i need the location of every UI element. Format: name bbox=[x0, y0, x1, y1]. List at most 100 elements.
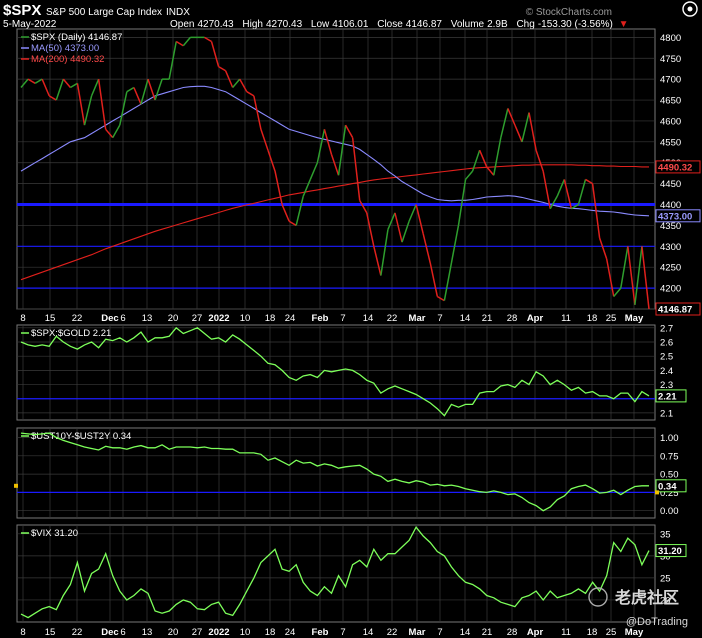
x-tick-label: 22 bbox=[72, 627, 83, 638]
symbol-title: $SPX bbox=[3, 2, 41, 19]
x-tick-label: Feb bbox=[312, 313, 329, 324]
x-tick-label: 6 bbox=[120, 313, 125, 324]
x-tick-label: 14 bbox=[363, 627, 374, 638]
legend-label: $SPX (Daily) 4146.87 bbox=[31, 32, 122, 43]
x-tick-label: 27 bbox=[192, 627, 203, 638]
x-tick-label: 28 bbox=[507, 313, 518, 324]
value-flag-label: 31.20 bbox=[658, 546, 682, 557]
x-tick-label: 15 bbox=[45, 627, 56, 638]
y-tick-label: 4550 bbox=[660, 137, 681, 148]
y-tick-label: 4750 bbox=[660, 54, 681, 65]
panel-ratio: 2.12.22.32.42.52.62.7$SPX:$GOLD 2.212.21 bbox=[16, 323, 687, 421]
x-tick-label: 13 bbox=[142, 313, 153, 324]
y-tick-label: 0.75 bbox=[660, 451, 679, 462]
x-tick-label: 7 bbox=[340, 627, 345, 638]
watermark-text: 老虎社区 bbox=[614, 588, 679, 607]
x-tick-label: 13 bbox=[142, 627, 153, 638]
x-tick-label: 18 bbox=[587, 313, 598, 324]
watermark-handle: @DoTrading bbox=[626, 616, 688, 628]
x-tick-label: 15 bbox=[45, 313, 56, 324]
x-tick-label: 7 bbox=[437, 313, 442, 324]
x-tick-label: Mar bbox=[409, 627, 426, 638]
x-tick-label: 25 bbox=[606, 313, 617, 324]
y-tick-label: 4450 bbox=[660, 179, 681, 190]
value-flag-label: 2.21 bbox=[658, 391, 677, 402]
x-tick-label: Dec bbox=[101, 627, 118, 638]
chart-panels: 4150420042504300435044004450450045504600… bbox=[14, 28, 701, 623]
legend-label: $VIX 31.20 bbox=[31, 528, 78, 539]
x-tick-label: 10 bbox=[240, 313, 251, 324]
x-tick-label: 18 bbox=[265, 313, 276, 324]
legend-label: $SPX:$GOLD 2.21 bbox=[31, 328, 111, 339]
panel-frame bbox=[16, 324, 656, 421]
legend-label: MA(50) 4373.00 bbox=[31, 43, 99, 54]
x-tick-label: 7 bbox=[340, 313, 345, 324]
y-tick-label: 2.5 bbox=[660, 352, 673, 363]
y-tick-label: 1.00 bbox=[660, 433, 679, 444]
x-tick-label: 18 bbox=[265, 627, 276, 638]
x-tick-label: 22 bbox=[387, 627, 398, 638]
legend: $SPX:$GOLD 2.21 bbox=[21, 328, 111, 339]
gear-icon[interactable] bbox=[682, 1, 698, 17]
x-tick-label: 14 bbox=[460, 627, 471, 638]
date-label: 5-May-2022 bbox=[3, 19, 57, 30]
x-tick-label: May bbox=[625, 313, 644, 324]
legend-label: $UST10Y-$UST2Y 0.34 bbox=[31, 431, 131, 442]
x-tick-label: Feb bbox=[312, 627, 329, 638]
index-name: S&P 500 Large Cap Index INDX bbox=[46, 7, 190, 18]
copyright-label: © StockCharts.com bbox=[526, 7, 612, 18]
x-tick-label: 11 bbox=[561, 627, 571, 638]
y-tick-label: 2.7 bbox=[660, 323, 673, 334]
x-tick-label: Dec bbox=[101, 313, 118, 324]
x-tick-label: 2022 bbox=[208, 627, 229, 638]
x-tick-label: 6 bbox=[120, 627, 125, 638]
x-tick-label: 7 bbox=[437, 627, 442, 638]
value-flag-label: 4373.00 bbox=[658, 211, 692, 222]
y-tick-label: 35 bbox=[660, 529, 671, 540]
y-tick-label: 4350 bbox=[660, 221, 681, 232]
value-flag-label: 4146.87 bbox=[658, 305, 692, 316]
x-tick-label: 22 bbox=[72, 313, 83, 324]
legend: $UST10Y-$UST2Y 0.34 bbox=[21, 431, 131, 442]
x-tick-label: 24 bbox=[285, 313, 296, 324]
x-tick-label: 18 bbox=[587, 627, 598, 638]
panel-price: 4150420042504300435044004450450045504600… bbox=[16, 28, 701, 316]
y-tick-label: 4300 bbox=[660, 242, 681, 253]
x-tick-label: 28 bbox=[507, 627, 518, 638]
y-tick-label: 4600 bbox=[660, 116, 681, 127]
right-marker bbox=[655, 490, 659, 495]
legend-label: MA(200) 4490.32 bbox=[31, 54, 104, 65]
x-tick-label: 27 bbox=[192, 313, 203, 324]
y-tick-label: 4800 bbox=[660, 33, 681, 44]
x-tick-label: 14 bbox=[460, 313, 471, 324]
y-tick-label: 0.00 bbox=[660, 506, 679, 517]
x-tick-label: 24 bbox=[285, 627, 296, 638]
y-tick-label: 4250 bbox=[660, 263, 681, 274]
x-tick-label: 20 bbox=[168, 627, 179, 638]
panel-vix: 20253035$VIX 31.2031.20 bbox=[16, 524, 687, 623]
value-flag-label: 0.34 bbox=[658, 481, 677, 492]
x-tick-label: Apr bbox=[527, 627, 544, 638]
x-tick-label: 21 bbox=[482, 313, 493, 324]
x-tick-label: 14 bbox=[363, 313, 374, 324]
y-tick-label: 2.6 bbox=[660, 338, 673, 349]
x-tick-label: 11 bbox=[561, 313, 571, 324]
value-flag-label: 4490.32 bbox=[658, 162, 692, 173]
x-tick-label: 8 bbox=[20, 627, 25, 638]
panel-frame bbox=[16, 524, 656, 623]
x-tick-label: 20 bbox=[168, 313, 179, 324]
x-tick-label: Apr bbox=[527, 313, 544, 324]
y-tick-label: 2.1 bbox=[660, 408, 673, 419]
y-tick-label: 4700 bbox=[660, 75, 681, 86]
x-tick-label: 8 bbox=[20, 313, 25, 324]
y-tick-label: 0.50 bbox=[660, 470, 679, 481]
y-tick-label: 4650 bbox=[660, 96, 681, 107]
left-marker bbox=[14, 483, 18, 488]
y-tick-label: 25 bbox=[660, 573, 671, 584]
x-tick-label: May bbox=[625, 627, 644, 638]
stock-chart: $SPX S&P 500 Large Cap Index INDX © Stock… bbox=[0, 0, 702, 638]
x-tick-label: 10 bbox=[240, 627, 251, 638]
y-tick-label: 4200 bbox=[660, 284, 681, 295]
x-tick-label: Mar bbox=[409, 313, 426, 324]
panel-spread: 0.000.250.500.751.00$UST10Y-$UST2Y 0.340… bbox=[14, 427, 687, 519]
